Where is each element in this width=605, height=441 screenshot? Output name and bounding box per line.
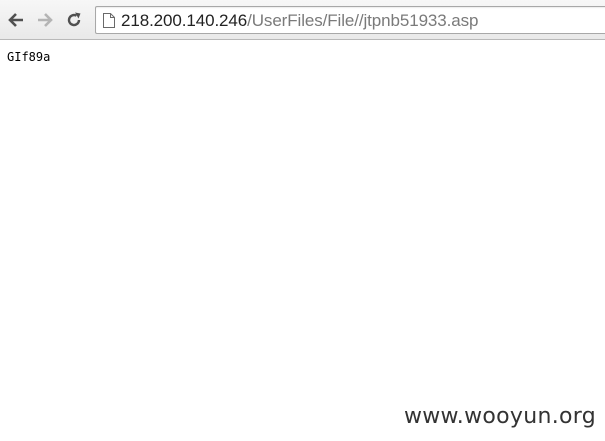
reload-icon [67,12,81,27]
back-button[interactable] [5,7,27,33]
url-host: 218.200.140.246 [121,11,248,30]
browser-toolbar: 218.200.140.246/UserFiles/File//jtpnb519… [0,0,605,40]
back-arrow-icon [8,13,23,27]
reload-button[interactable] [63,7,85,33]
forward-button[interactable] [34,7,56,33]
watermark: www.wooyun.org [403,404,596,429]
address-bar[interactable]: 218.200.140.246/UserFiles/File//jtpnb519… [95,6,605,34]
url-path: /UserFiles/File//jtpnb51933.asp [247,11,479,30]
page-icon [103,13,115,28]
url-text[interactable]: 218.200.140.246/UserFiles/File//jtpnb519… [121,11,478,31]
page-content-text: GIf89a [7,50,51,64]
forward-arrow-icon [38,13,53,27]
